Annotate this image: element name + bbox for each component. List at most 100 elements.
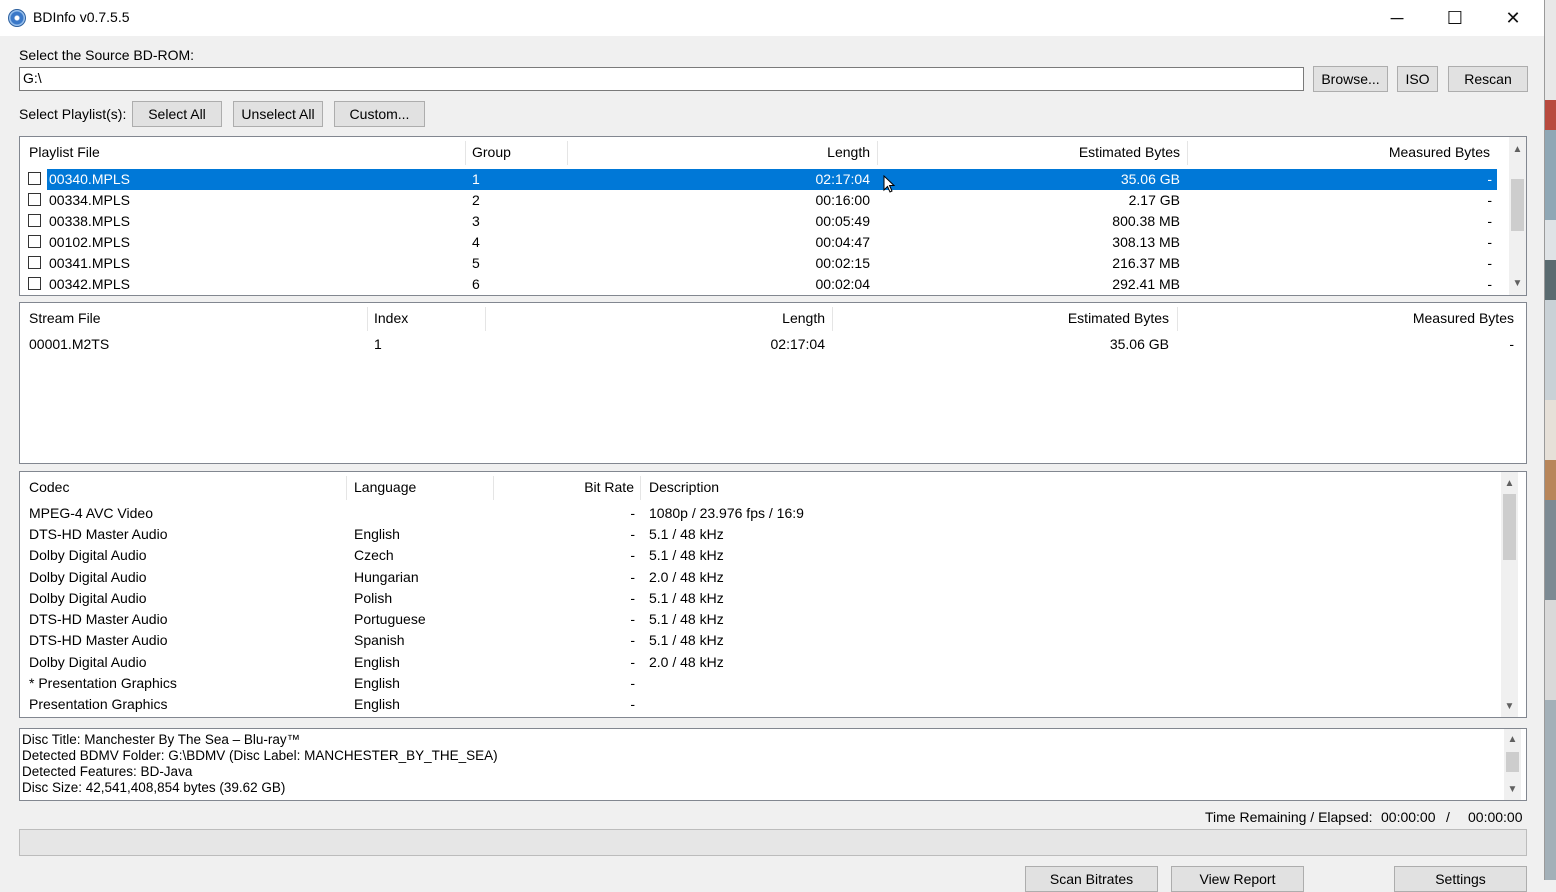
header-language[interactable]: Language <box>354 472 416 502</box>
disc-app-icon <box>8 9 26 27</box>
codec-description: 5.1 / 48 kHz <box>649 632 724 648</box>
scroll-down-icon[interactable]: ▼ <box>1509 275 1526 292</box>
codec-bitrate: - <box>630 590 635 606</box>
header-stream-file[interactable]: Stream File <box>29 303 101 333</box>
scroll-up-icon[interactable]: ▲ <box>1504 731 1521 748</box>
time-remaining-label: Time Remaining / Elapsed: <box>1205 809 1373 825</box>
select-all-button[interactable]: Select All <box>132 101 222 127</box>
codec-row[interactable]: * Presentation Graphics English - <box>20 673 1500 694</box>
settings-button[interactable]: Settings <box>1394 866 1527 892</box>
codec-name: Dolby Digital Audio <box>29 569 147 585</box>
codec-language <box>354 503 489 524</box>
header-estimated-bytes[interactable]: Estimated Bytes <box>869 303 1169 333</box>
playlist-estimated: 2.17 GB <box>1128 192 1180 208</box>
playlist-scrollbar[interactable]: ▲ ▼ <box>1509 137 1526 295</box>
playlist-row[interactable]: 00334.MPLS 2 00:16:00 2.17 GB - <box>20 190 1498 211</box>
codec-name: Dolby Digital Audio <box>29 590 147 606</box>
header-measured-bytes[interactable]: Measured Bytes <box>1214 303 1514 333</box>
header-length[interactable]: Length <box>570 137 870 167</box>
playlist-estimated: 800.38 MB <box>1112 213 1180 229</box>
playlist-checkbox[interactable] <box>28 256 41 269</box>
source-path-input[interactable]: G:\ <box>19 67 1304 91</box>
stream-row[interactable]: 00001.M2TS 1 02:17:04 35.06 GB - <box>20 334 1520 355</box>
codec-language: Polish <box>354 590 393 606</box>
playlist-row[interactable]: 00102.MPLS 4 00:04:47 308.13 MB - <box>20 232 1498 253</box>
header-group[interactable]: Group <box>472 137 511 167</box>
playlist-file: 00338.MPLS <box>49 213 130 229</box>
header-description[interactable]: Description <box>649 472 719 502</box>
header-estimated-bytes[interactable]: Estimated Bytes <box>880 137 1180 167</box>
close-button[interactable]: ✕ <box>1484 0 1542 36</box>
disc-info-box[interactable]: Disc Title: Manchester By The Sea – Blu-… <box>19 728 1527 801</box>
stream-measured: - <box>1509 336 1514 352</box>
scan-progress-bar <box>19 829 1527 856</box>
playlist-estimated: 35.06 GB <box>1120 171 1180 187</box>
view-report-button[interactable]: View Report <box>1171 866 1304 892</box>
codec-row[interactable]: DTS-HD Master Audio English - 5.1 / 48 k… <box>20 524 1500 545</box>
header-codec[interactable]: Codec <box>29 472 69 502</box>
codec-bitrate: - <box>630 526 635 542</box>
playlist-row[interactable]: 00338.MPLS 3 00:05:49 800.38 MB - <box>20 211 1498 232</box>
playlist-measured: - <box>1487 255 1492 271</box>
codec-bitrate: - <box>630 611 635 627</box>
playlist-checkbox[interactable] <box>28 277 41 290</box>
playlist-length: 02:17:04 <box>815 171 871 187</box>
codec-row[interactable]: MPEG-4 AVC Video - 1080p / 23.976 fps / … <box>20 503 1500 524</box>
codec-language: Spanish <box>354 632 405 648</box>
playlist-estimated: 308.13 MB <box>1112 234 1180 250</box>
minimize-button[interactable]: ─ <box>1368 0 1426 36</box>
codec-row[interactable]: Dolby Digital Audio English - 2.0 / 48 k… <box>20 652 1500 673</box>
disc-title-line: Disc Title: Manchester By The Sea – Blu-… <box>22 732 301 747</box>
select-playlists-label: Select Playlist(s): <box>19 106 127 122</box>
playlist-estimated: 216.37 MB <box>1112 255 1180 271</box>
scroll-thumb[interactable] <box>1506 752 1519 772</box>
scroll-thumb[interactable] <box>1503 494 1516 560</box>
codec-row[interactable]: Dolby Digital Audio Czech - 5.1 / 48 kHz <box>20 545 1500 566</box>
codec-row[interactable]: Presentation Graphics English - <box>20 694 1500 715</box>
scroll-down-icon[interactable]: ▼ <box>1504 781 1521 798</box>
playlist-checkbox[interactable] <box>28 214 41 227</box>
playlist-row[interactable]: 00340.MPLS 1 02:17:04 35.06 GB - <box>20 169 1498 190</box>
playlist-measured: - <box>1487 213 1492 229</box>
codec-description: 5.1 / 48 kHz <box>649 590 724 606</box>
disc-size-line: Disc Size: 42,541,408,854 bytes (39.62 G… <box>22 780 286 795</box>
codec-description: 2.0 / 48 kHz <box>649 654 724 670</box>
playlist-row[interactable]: 00342.MPLS 6 00:02:04 292.41 MB - <box>20 274 1498 295</box>
time-elapsed-value: 00:00:00 <box>1468 809 1523 825</box>
header-playlist-file[interactable]: Playlist File <box>29 137 100 167</box>
rescan-button[interactable]: Rescan <box>1448 66 1528 92</box>
codec-name: * Presentation Graphics <box>29 675 177 691</box>
codec-name: DTS-HD Master Audio <box>29 632 168 648</box>
header-index[interactable]: Index <box>374 303 408 333</box>
disc-info-scrollbar[interactable]: ▲ ▼ <box>1504 729 1521 800</box>
playlist-measured: - <box>1487 192 1492 208</box>
browse-button[interactable]: Browse... <box>1313 66 1388 92</box>
header-length[interactable]: Length <box>525 303 825 333</box>
playlist-checkbox[interactable] <box>28 235 41 248</box>
playlist-group: 6 <box>472 276 480 292</box>
codec-row[interactable]: DTS-HD Master Audio Portuguese - 5.1 / 4… <box>20 609 1500 630</box>
custom-button[interactable]: Custom... <box>334 101 425 127</box>
playlist-row[interactable]: 00341.MPLS 5 00:02:15 216.37 MB - <box>20 253 1498 274</box>
playlist-checkbox[interactable] <box>28 172 41 185</box>
codec-row[interactable]: Dolby Digital Audio Polish - 5.1 / 48 kH… <box>20 588 1500 609</box>
scroll-down-icon[interactable]: ▼ <box>1501 698 1518 715</box>
header-measured-bytes[interactable]: Measured Bytes <box>1190 137 1490 167</box>
unselect-all-button[interactable]: Unselect All <box>233 101 323 127</box>
codec-description: 1080p / 23.976 fps / 16:9 <box>649 505 804 521</box>
header-bit-rate[interactable]: Bit Rate <box>500 472 634 502</box>
codec-row[interactable]: Dolby Digital Audio Hungarian - 2.0 / 48… <box>20 567 1500 588</box>
stream-file: 00001.M2TS <box>29 336 110 352</box>
iso-button[interactable]: ISO <box>1397 66 1438 92</box>
codec-bitrate: - <box>630 632 635 648</box>
scroll-thumb[interactable] <box>1511 179 1524 231</box>
codec-row[interactable]: DTS-HD Master Audio Spanish - 5.1 / 48 k… <box>20 630 1500 651</box>
codec-scrollbar[interactable]: ▲ ▼ <box>1501 472 1518 717</box>
scroll-up-icon[interactable]: ▲ <box>1509 141 1526 158</box>
maximize-button[interactable]: ☐ <box>1426 0 1484 36</box>
playlist-checkbox[interactable] <box>28 193 41 206</box>
scan-bitrates-button[interactable]: Scan Bitrates <box>1025 866 1158 892</box>
scroll-up-icon[interactable]: ▲ <box>1501 475 1518 492</box>
codec-name: Dolby Digital Audio <box>29 654 147 670</box>
playlist-estimated: 292.41 MB <box>1112 276 1180 292</box>
